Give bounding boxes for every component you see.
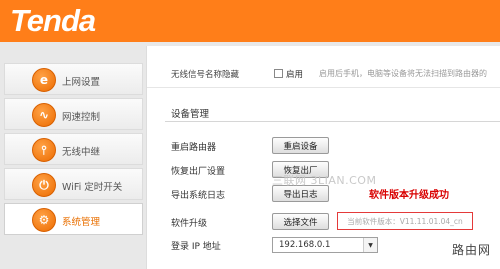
top-header: Tenda	[0, 0, 500, 42]
sidebar-item-wifi-timer[interactable]: ⏻ WiFi 定时开关	[4, 168, 143, 200]
wireless-hide-label: 无线信号名称隐藏	[171, 70, 240, 80]
wireless-relay-icon: ⫯	[32, 138, 56, 162]
tenda-logo: Tenda	[10, 3, 96, 38]
speed-wave-icon: ∿	[32, 103, 56, 127]
corner-watermark: 路由网	[452, 243, 492, 257]
sidebar-item-label: 无线中继	[62, 147, 101, 158]
wifi-timer-icon: ⏻	[32, 173, 56, 197]
sidebar-item-label: WiFi 定时开关	[62, 182, 123, 193]
login-ip-select[interactable]: 192.168.0.1 ▼	[272, 237, 378, 253]
login-ip-value: 192.168.0.1	[279, 240, 331, 250]
sidebar-item-internet-settings[interactable]: e 上网设置	[4, 63, 143, 95]
wireless-hide-checkbox-label: 启用	[286, 70, 304, 80]
reboot-button[interactable]: 重启设备	[272, 137, 329, 154]
section-divider	[165, 121, 500, 122]
reboot-label: 重启路由器	[171, 143, 217, 153]
wireless-hide-checkbox[interactable]	[274, 69, 283, 78]
login-ip-label: 登录 IP 地址	[171, 242, 221, 252]
firmware-upgrade-label: 软件升级	[171, 219, 208, 229]
internet-e-icon: e	[32, 68, 56, 92]
sidebar-item-system-management[interactable]: ⚙ 系统管理	[4, 203, 143, 235]
factory-reset-label: 恢复出厂设置	[171, 167, 226, 177]
site-watermark: 三联网 3LIAN.COM	[272, 174, 377, 187]
gear-icon: ⚙	[32, 208, 56, 232]
section-title-device-management: 设备管理	[171, 109, 210, 120]
sidebar-item-label: 网速控制	[62, 112, 101, 123]
divider	[147, 87, 500, 88]
sidebar-item-wireless-relay[interactable]: ⫯ 无线中继	[4, 133, 143, 165]
sidebar-nav: e 上网设置 ∿ 网速控制 ⫯ 无线中继 ⏻ WiFi 定时开关 ⚙ 系统管理	[4, 63, 143, 238]
chevron-down-icon[interactable]: ▼	[363, 238, 377, 252]
content-area: e 上网设置 ∿ 网速控制 ⫯ 无线中继 ⏻ WiFi 定时开关 ⚙ 系统管理 …	[0, 42, 500, 269]
sidebar-item-label: 系统管理	[62, 217, 101, 228]
sidebar-item-speed-control[interactable]: ∿ 网速控制	[4, 98, 143, 130]
export-log-label: 导出系统日志	[171, 191, 226, 201]
sidebar-item-label: 上网设置	[62, 77, 101, 88]
current-version-box: 当前软件版本：V11.11.01.04_cn	[337, 212, 473, 230]
choose-file-button[interactable]: 选择文件	[272, 213, 329, 230]
upgrade-success-annotation: 软件版本升级成功	[369, 190, 449, 201]
settings-panel: 无线信号名称隐藏 启用 启用后手机，电脑等设备将无法扫描到路由器的 设备管理 重…	[146, 46, 500, 269]
wireless-hide-hint: 启用后手机，电脑等设备将无法扫描到路由器的	[319, 69, 487, 78]
